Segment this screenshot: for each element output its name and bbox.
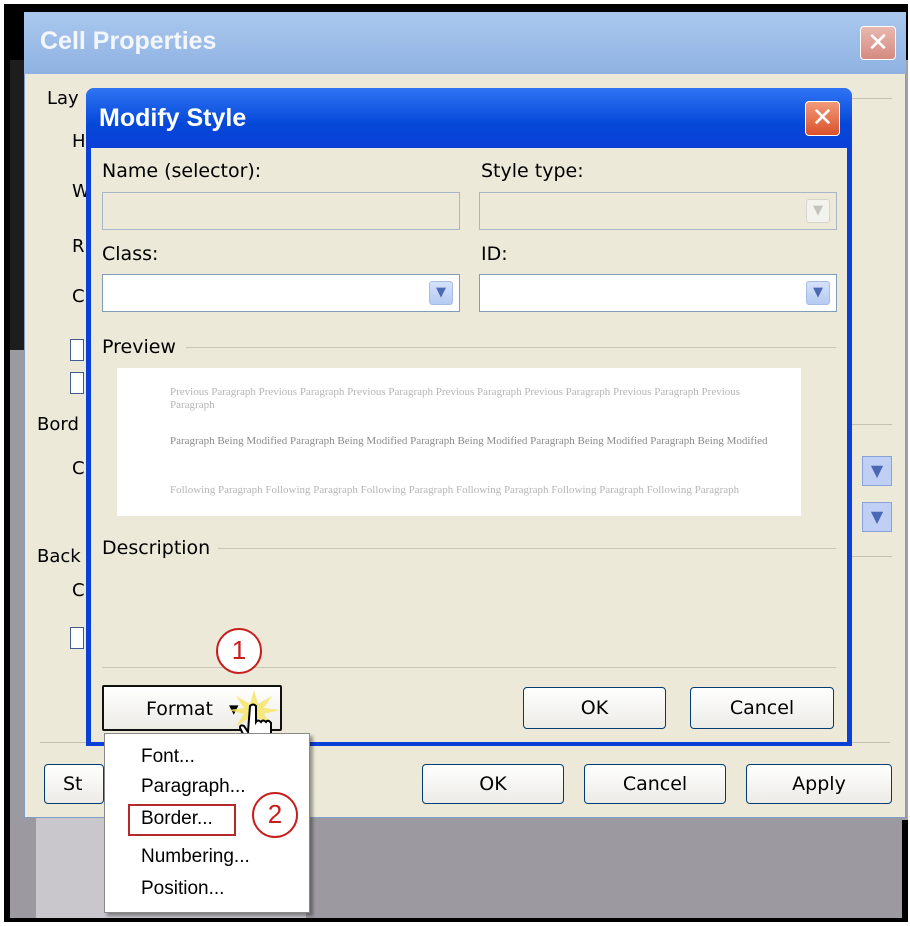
menu-item-paragraph[interactable]: Paragraph... — [141, 776, 246, 798]
preview-separator — [186, 347, 836, 348]
background-panel — [10, 350, 24, 820]
chevron-down-icon: ▼ — [870, 461, 884, 480]
horizontal-label: H — [72, 131, 86, 152]
layout-checkbox[interactable] — [70, 339, 84, 361]
borders-group-label: Bord — [37, 414, 79, 435]
layout-group-label: Lay — [47, 88, 79, 109]
chevron-down-icon: ▼ — [806, 199, 830, 223]
ok-button[interactable]: OK — [523, 687, 666, 729]
border-color-label: C — [72, 458, 85, 479]
preview-following-paragraph: Following Paragraph Following Paragraph … — [170, 484, 740, 496]
preview-label: Preview — [102, 336, 176, 358]
columns-label: C — [72, 286, 85, 307]
cell-properties-title: Cell Properties — [40, 27, 217, 55]
cell-properties-close-button[interactable]: ✕ — [860, 26, 896, 60]
group-separator — [852, 424, 892, 425]
style-type-label: Style type: — [481, 160, 584, 182]
id-label: ID: — [481, 243, 508, 265]
chevron-down-icon[interactable]: ▼ — [429, 281, 453, 305]
button-separator — [102, 667, 836, 668]
menu-item-numbering[interactable]: Numbering... — [141, 846, 250, 868]
name-selector-field[interactable] — [102, 192, 460, 230]
callout-step-2: 2 — [252, 792, 298, 838]
cp-cancel-button[interactable]: Cancel — [584, 764, 726, 804]
chevron-down-icon[interactable]: ▼ — [806, 281, 830, 305]
description-separator — [218, 548, 836, 549]
chevron-down-icon: ▼ — [870, 507, 884, 526]
preview-previous-paragraph: Previous Paragraph Previous Paragraph Pr… — [170, 386, 741, 411]
modify-style-close-button[interactable]: ✕ — [805, 101, 840, 136]
background-group-label: Back — [37, 546, 81, 567]
border-dropdown[interactable]: ▼ — [862, 502, 892, 532]
rows-label: R — [72, 236, 85, 257]
close-icon: ✕ — [867, 28, 889, 58]
description-label: Description — [102, 537, 211, 559]
menu-item-border[interactable]: Border... — [141, 808, 213, 830]
cp-apply-button[interactable]: Apply — [746, 764, 892, 804]
style-button[interactable]: St — [44, 764, 104, 804]
menu-item-font[interactable]: Font... — [141, 746, 195, 768]
modify-style-title: Modify Style — [99, 104, 247, 132]
layout-checkbox[interactable] — [70, 372, 84, 394]
cancel-button[interactable]: Cancel — [690, 687, 834, 729]
preview-current-paragraph: Paragraph Being Modified Paragraph Being… — [170, 435, 768, 447]
class-label: Class: — [102, 243, 159, 265]
background-checkbox[interactable] — [70, 627, 84, 649]
background-color-label: C — [72, 580, 85, 601]
group-separator — [852, 556, 892, 557]
class-select[interactable]: ▼ — [102, 274, 460, 312]
background-panel — [10, 60, 24, 350]
name-selector-label: Name (selector): — [102, 160, 262, 182]
format-button-label: Format — [146, 698, 213, 720]
style-type-select[interactable]: ▼ — [479, 192, 837, 230]
group-separator — [852, 98, 892, 99]
callout-step-1: 1 — [216, 628, 262, 674]
id-select[interactable]: ▼ — [479, 274, 837, 312]
menu-item-position[interactable]: Position... — [141, 878, 224, 900]
close-icon: ✕ — [811, 103, 834, 133]
cp-ok-button[interactable]: OK — [422, 764, 564, 804]
border-dropdown[interactable]: ▼ — [862, 456, 892, 486]
